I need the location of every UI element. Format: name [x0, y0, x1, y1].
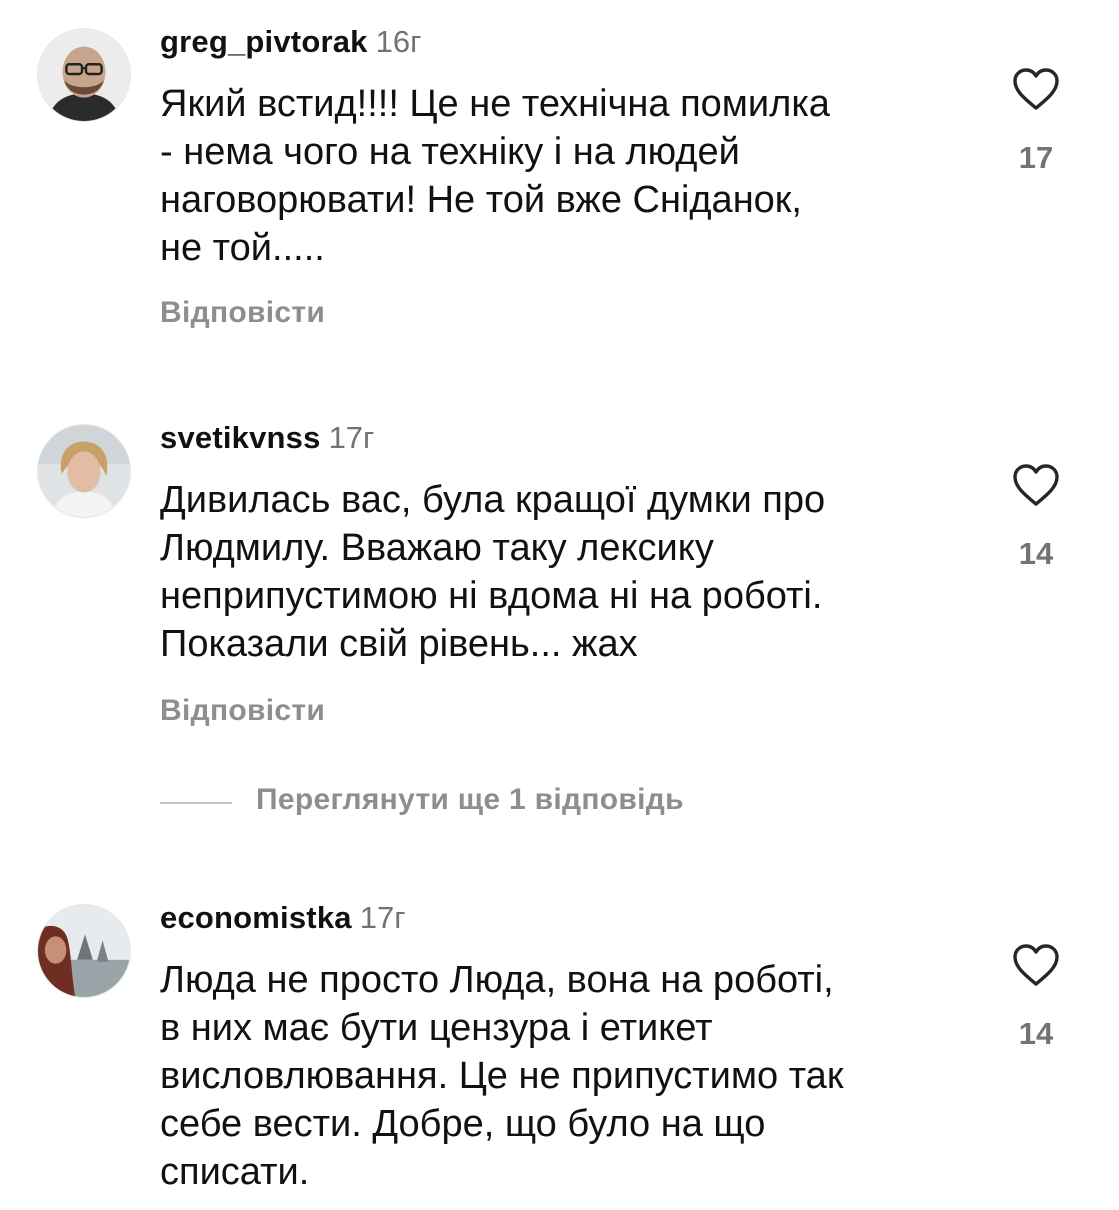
timestamp: 17г — [359, 900, 406, 935]
username[interactable]: economistka — [160, 900, 352, 935]
reply-button[interactable]: Відповісти — [160, 694, 325, 728]
comment-header: svetikvnss 17г — [160, 420, 374, 460]
avatar[interactable] — [37, 904, 131, 998]
like-button[interactable] — [1011, 942, 1061, 988]
like-button[interactable] — [1011, 462, 1061, 508]
heart-outline-icon — [1013, 68, 1059, 110]
avatar-photo — [38, 905, 130, 997]
like-count: 17 — [1018, 140, 1054, 175]
view-more-replies-label[interactable]: Переглянути ще 1 відповідь — [256, 783, 684, 817]
comment-text: Люда не просто Люда, вона на роботі, в н… — [160, 959, 844, 1193]
comment: economistka 17г Люда не просто Люда, вона… — [0, 880, 1119, 1210]
heart-outline-icon — [1013, 464, 1059, 506]
reply-button[interactable]: Відповісти — [160, 296, 325, 330]
heart-outline-icon — [1013, 944, 1059, 986]
avatar-photo — [38, 29, 130, 121]
comment-text: Дивилась вас, була кращої думки про Людм… — [160, 479, 826, 665]
avatar-photo — [38, 425, 130, 517]
comment: svetikvnss 17г Дивилась вас, була кращої … — [0, 400, 1119, 840]
like-count: 14 — [1018, 536, 1054, 571]
timestamp: 16г — [375, 24, 422, 59]
avatar[interactable] — [37, 28, 131, 122]
comment: greg_pivtorak 16г Який встид!!!! Це не те… — [0, 0, 1119, 360]
comment-header: greg_pivtorak 16г — [160, 24, 421, 64]
comment-text: Який встид!!!! Це не технічна помилка - … — [160, 83, 830, 269]
like-button[interactable] — [1011, 66, 1061, 112]
timestamp: 17г — [328, 420, 375, 455]
divider-line — [160, 802, 232, 804]
comment-header: economistka 17г — [160, 900, 406, 940]
avatar[interactable] — [37, 424, 131, 518]
username[interactable]: greg_pivtorak — [160, 24, 368, 59]
username[interactable]: svetikvnss — [160, 420, 321, 455]
like-count: 14 — [1018, 1016, 1054, 1051]
